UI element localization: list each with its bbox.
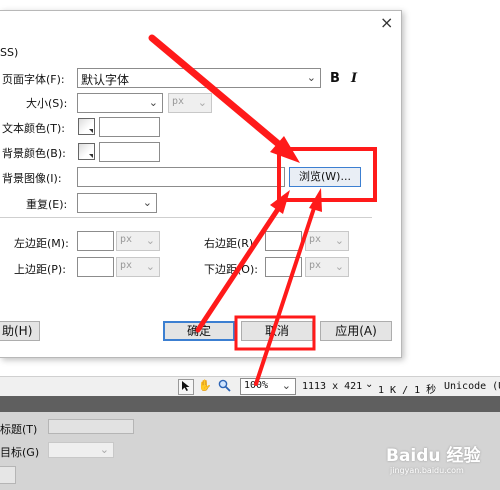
- right-margin-label: 右边距(R):: [204, 237, 257, 250]
- left-margin-label: 左边距(M):: [14, 237, 69, 250]
- text-color-input[interactable]: [99, 117, 160, 137]
- file-size-time: 1 K / 1 秒: [378, 385, 437, 396]
- ok-button[interactable]: 确定: [163, 321, 235, 341]
- bottom-margin-unit: px ⌄: [305, 257, 349, 277]
- left-margin-unit-value: px: [120, 234, 133, 245]
- left-margin-input[interactable]: [77, 231, 114, 251]
- window-dimensions: 1113 x 421: [302, 381, 363, 392]
- right-margin-unit-value: px: [309, 234, 322, 245]
- left-margin-unit: px ⌄: [116, 231, 160, 251]
- cancel-button[interactable]: 取消: [241, 321, 313, 341]
- close-icon[interactable]: ×: [380, 13, 393, 32]
- bg-image-input[interactable]: [77, 167, 285, 187]
- repeat-label: 重复(E):: [26, 198, 68, 211]
- top-margin-label: 上边距(P):: [14, 263, 66, 276]
- bg-color-picker[interactable]: [78, 143, 95, 160]
- zoom-select[interactable]: 100% ⌄: [240, 378, 296, 395]
- bold-button[interactable]: B: [330, 71, 340, 86]
- size-label: 大小(S):: [26, 97, 68, 110]
- bg-image-label: 背景图像(I):: [2, 172, 62, 185]
- bg-color-label: 背景颜色(B):: [2, 147, 66, 160]
- size-unit-select: px ⌄: [168, 93, 212, 113]
- bg-color-input[interactable]: [99, 142, 160, 162]
- top-margin-input[interactable]: [77, 257, 114, 277]
- bottom-margin-label: 下边距(O):: [204, 263, 258, 276]
- watermark-url: jingyan.baidu.com: [390, 466, 464, 475]
- hand-tool-icon[interactable]: ✋: [197, 379, 213, 395]
- repeat-select[interactable]: ⌄: [77, 193, 157, 213]
- zoom-tool-icon[interactable]: [216, 379, 232, 395]
- apply-button[interactable]: 应用(A): [320, 321, 392, 341]
- pointer-tool-icon[interactable]: [178, 379, 194, 395]
- right-margin-input[interactable]: [265, 231, 302, 251]
- text-color-picker[interactable]: [78, 118, 95, 135]
- chevron-down-icon: ⌄: [365, 379, 374, 390]
- chevron-down-icon: ⌄: [306, 71, 316, 84]
- text-color-label: 文本颜色(T):: [2, 122, 66, 135]
- dialog-title-fragment: SS): [0, 46, 19, 59]
- panel-header-bar: [0, 396, 500, 412]
- target-field-label: 目标(G): [0, 446, 40, 459]
- watermark-brand: Baidu 经验: [386, 446, 481, 466]
- bottom-margin-input[interactable]: [265, 257, 302, 277]
- chevron-down-icon: ⌄: [142, 196, 152, 209]
- encoding-label: Unicode (U: [444, 381, 500, 392]
- panel-expand-button[interactable]: [0, 466, 16, 484]
- top-margin-unit-value: px: [120, 260, 133, 271]
- size-select[interactable]: ⌄: [77, 93, 163, 113]
- size-unit-value: px: [172, 96, 185, 107]
- status-bar: ✋ 100% ⌄ 1113 x 421 ⌄ 1 K / 1 秒 Unicode …: [0, 376, 500, 396]
- bottom-margin-unit-value: px: [309, 260, 322, 271]
- target-select[interactable]: ⌄: [48, 442, 114, 458]
- chevron-down-icon: ⌄: [197, 96, 207, 109]
- page-font-value: 默认字体: [81, 73, 130, 87]
- page-font-label: 页面字体(F):: [2, 73, 65, 86]
- chevron-down-icon: ⌄: [334, 260, 344, 273]
- chevron-down-icon: ⌄: [145, 234, 155, 247]
- chevron-down-icon: ⌄: [145, 260, 155, 273]
- page-font-select[interactable]: 默认字体 ⌄: [77, 68, 321, 88]
- italic-button[interactable]: I: [351, 71, 357, 86]
- title-input[interactable]: [48, 419, 134, 434]
- chevron-down-icon: ⌄: [148, 96, 158, 109]
- chevron-down-icon: ⌄: [99, 443, 109, 456]
- chevron-down-icon: ⌄: [281, 379, 291, 392]
- right-margin-unit: px ⌄: [305, 231, 349, 251]
- title-field-label: 标题(T): [0, 423, 38, 436]
- page-properties-dialog: × SS) 页面字体(F): 默认字体 ⌄ B I 大小(S): ⌄ px ⌄ …: [0, 10, 402, 358]
- browse-button[interactable]: 浏览(W)...: [289, 167, 361, 187]
- top-margin-unit: px ⌄: [116, 257, 160, 277]
- chevron-down-icon: ⌄: [334, 234, 344, 247]
- divider: [0, 217, 372, 218]
- help-button[interactable]: 助(H): [0, 321, 40, 341]
- zoom-value: 100%: [244, 380, 269, 391]
